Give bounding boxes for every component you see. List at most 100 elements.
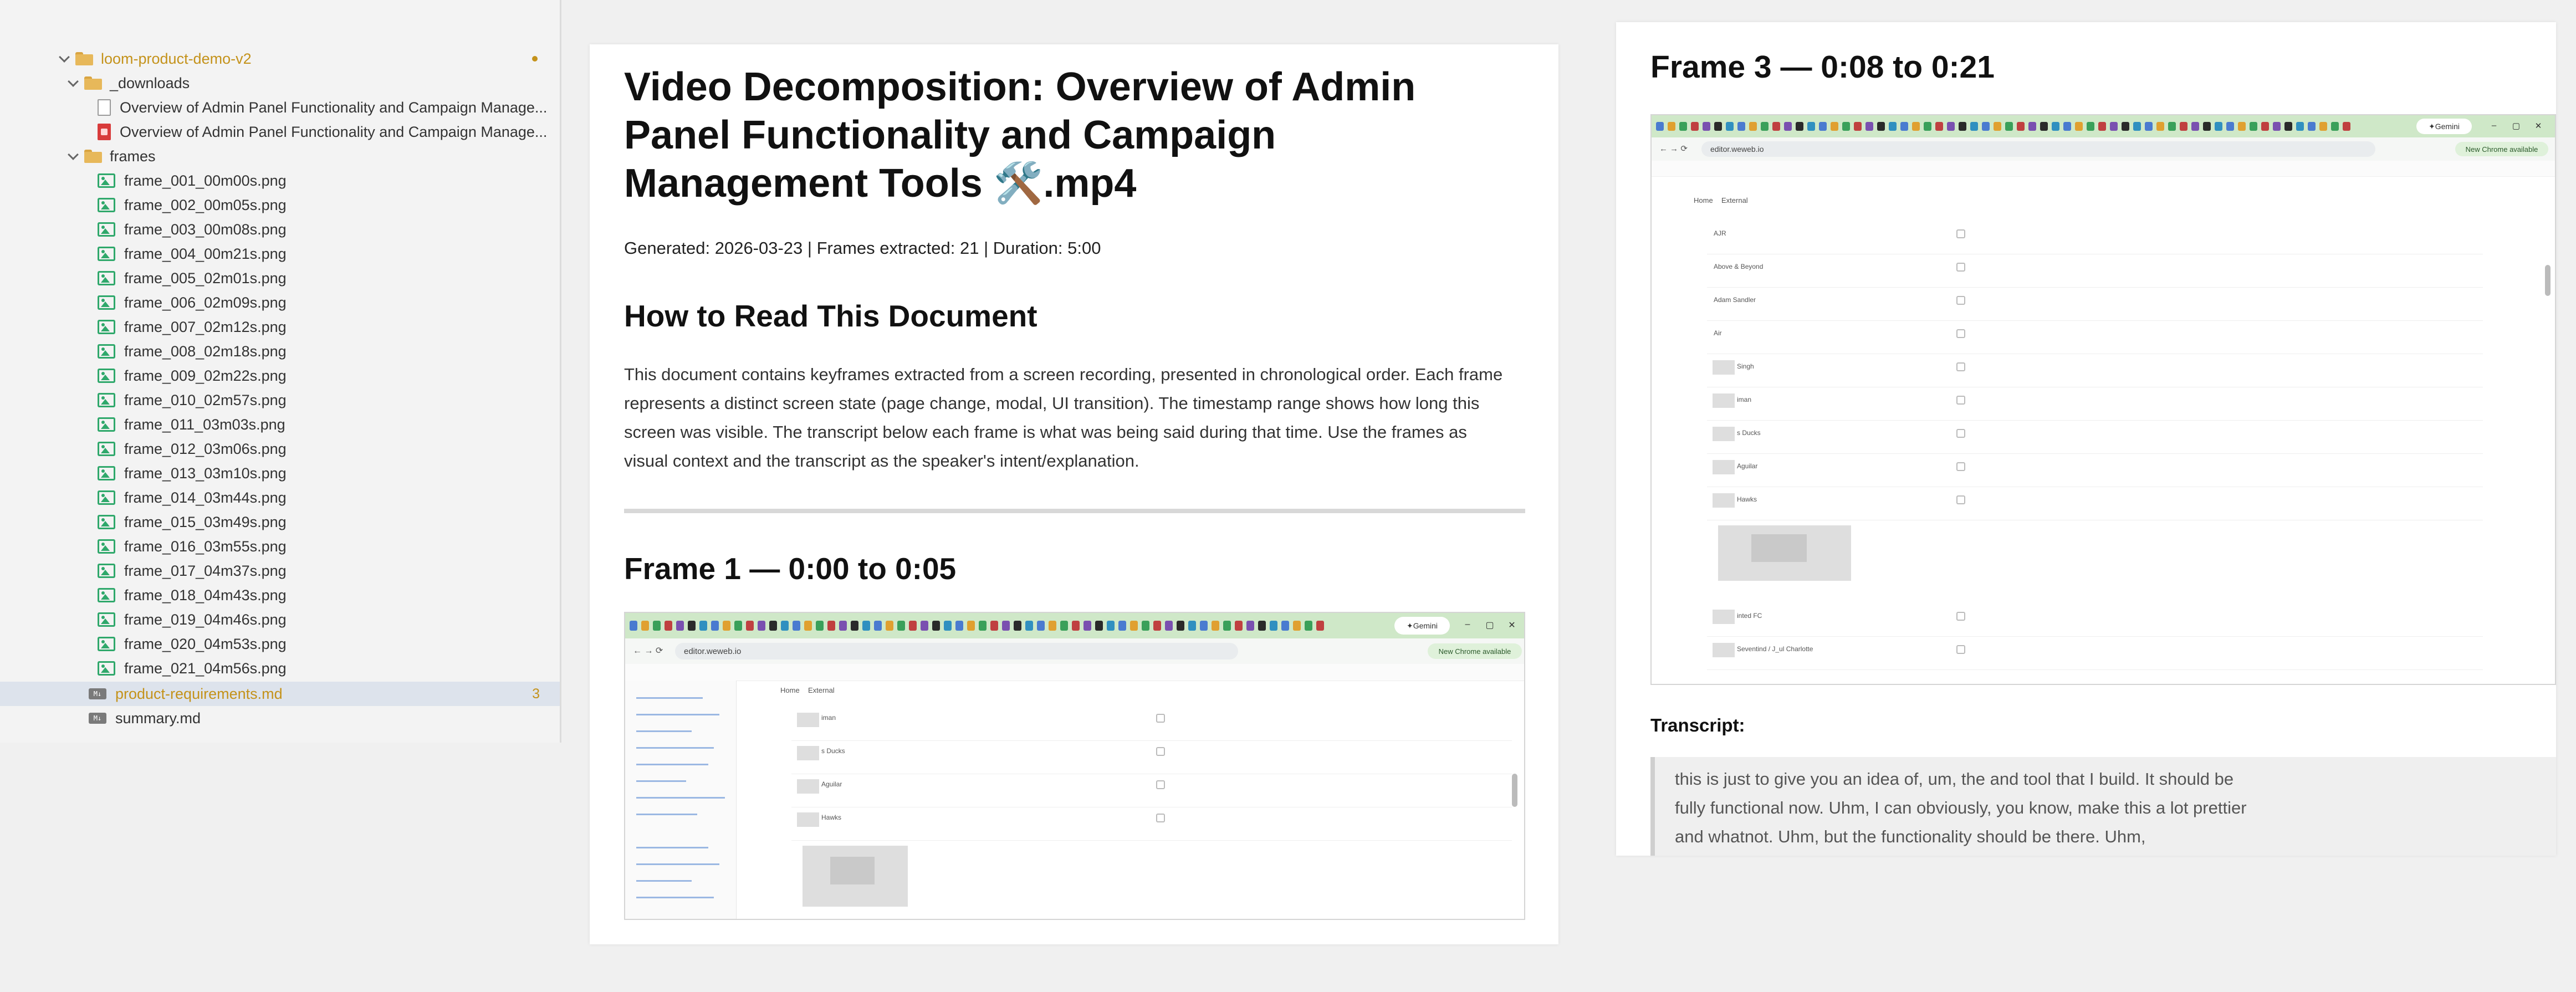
list-item: Hawks <box>791 807 1512 841</box>
browser-tab-favicon <box>2087 122 2094 131</box>
browser-tab-favicon <box>1854 122 1862 131</box>
frame3-image: ✦ Gemini – ▢ ✕ ← → ⟳ editor.weweb.io New… <box>1650 114 2556 685</box>
browser-tab-favicon <box>827 620 835 631</box>
row-checkbox <box>1956 229 1965 238</box>
browser-tab-favicon <box>2040 122 2048 131</box>
tree-file-label: frame_011_03m03s.png <box>124 416 285 433</box>
browser-tab-favicon <box>886 620 893 631</box>
tree-file-label: frame_012_03m06s.png <box>124 440 287 457</box>
browser-tab-favicon <box>944 620 952 631</box>
tree-file-label: product-requirements.md <box>115 685 283 702</box>
browser-tab-favicon <box>1737 122 1745 131</box>
browser-tab-favicon <box>1865 122 1873 131</box>
tree-file-frame[interactable]: frame_018_04m43s.png <box>0 583 560 607</box>
tree-file-frame[interactable]: frame_012_03m06s.png <box>0 437 560 461</box>
tree-file-frame[interactable]: frame_006_02m09s.png <box>0 290 560 315</box>
list-item: Singh <box>1707 354 2483 387</box>
browser-tab-favicon <box>1772 122 1780 131</box>
tree-file-frame[interactable]: frame_017_04m37s.png <box>0 559 560 583</box>
row-checkbox <box>1956 645 1965 654</box>
tree-file-frame[interactable]: frame_016_03m55s.png <box>0 534 560 559</box>
tree-file-frame[interactable]: frame_015_03m49s.png <box>0 510 560 534</box>
close-icon: ✕ <box>2534 121 2542 131</box>
tree-file-product-requirements[interactable]: M↓ product-requirements.md 3 <box>0 682 560 706</box>
browser-tab-favicon <box>1037 620 1045 631</box>
list-item: s Ducks <box>1707 420 2483 454</box>
browser-tab-favicon <box>1784 122 1792 131</box>
row-checkbox <box>1956 495 1965 504</box>
minimize-icon: – <box>2491 121 2497 130</box>
browser-tab-favicon <box>839 620 847 631</box>
tree-file-frame[interactable]: frame_011_03m03s.png <box>0 412 560 437</box>
row-checkbox <box>1156 780 1165 789</box>
tree-file-label: frame_019_04m46s.png <box>124 611 287 628</box>
markdown-preview: Video Decomposition: Overview of Admin P… <box>590 44 1558 944</box>
image-file-icon <box>98 344 115 359</box>
tree-file-frame[interactable]: frame_009_02m22s.png <box>0 364 560 388</box>
tree-folder-frames[interactable]: frames <box>0 144 560 168</box>
browser-tab-favicon <box>932 620 940 631</box>
list-item-label: Seventind / J_ul Charlotte <box>1737 645 1813 653</box>
tree-file-frame[interactable]: frame_014_03m44s.png <box>0 485 560 510</box>
image-file-icon <box>98 466 115 480</box>
list-item-label: s Ducks <box>1737 429 1761 437</box>
page-tab-home: Home <box>780 686 800 694</box>
list-item: Hawks <box>1707 487 2483 520</box>
browser-tab-favicon <box>2250 122 2257 131</box>
browser-tab-favicon <box>665 620 672 631</box>
browser-tab-favicon <box>1281 620 1289 631</box>
image-file-icon <box>98 515 115 529</box>
frame1-image: ✦ Gemini – ▢ ✕ ← → ⟳ editor.weweb.io New… <box>624 612 1525 920</box>
browser-tab-bar: ✦ Gemini – ▢ ✕ <box>1652 115 2555 137</box>
browser-tab-favicon <box>653 620 661 631</box>
browser-tab-favicon <box>2331 122 2339 131</box>
image-file-icon <box>98 222 115 237</box>
tree-file-frame[interactable]: frame_004_00m21s.png <box>0 242 560 266</box>
minimize-icon: – <box>1465 620 1470 629</box>
folder-icon <box>75 52 93 65</box>
browser-tab-favicon <box>1258 620 1266 631</box>
tree-file-frame[interactable]: frame_007_02m12s.png <box>0 315 560 339</box>
tree-file-frame[interactable]: frame_019_04m46s.png <box>0 607 560 632</box>
tree-root-folder[interactable]: loom-product-demo-v2 <box>0 47 560 71</box>
chevron-down-icon <box>58 52 71 65</box>
browser-tab-favicon <box>746 620 754 631</box>
tree-file-frame[interactable]: frame_008_02m18s.png <box>0 339 560 364</box>
tree-file-frame[interactable]: frame_005_02m01s.png <box>0 266 560 290</box>
tree-file-label: frame_013_03m10s.png <box>124 464 287 482</box>
browser-tab-favicon <box>1889 122 1897 131</box>
browser-tab-favicon <box>1095 620 1103 631</box>
page-tab-external: External <box>808 686 835 694</box>
frame3-panel: Frame 3 — 0:08 to 0:21 ✦ Gemini – ▢ ✕ ← … <box>1616 22 2556 856</box>
tree-folder-downloads[interactable]: _downloads <box>0 71 560 95</box>
browser-tab-favicon <box>793 620 800 631</box>
gemini-label: Gemini <box>1413 621 1438 630</box>
tree-file-frame[interactable]: frame_003_00m08s.png <box>0 217 560 242</box>
code-pane <box>625 681 737 919</box>
tree-file-frame[interactable]: frame_010_02m57s.png <box>0 388 560 412</box>
tree-file-frame[interactable]: frame_001_00m00s.png <box>0 168 560 193</box>
browser-tab-favicon <box>2343 122 2350 131</box>
divider <box>624 509 1525 513</box>
tree-file-frame[interactable]: frame_002_00m05s.png <box>0 193 560 217</box>
browser-tab-favicon <box>2226 122 2234 131</box>
blurred-thumbnail <box>1713 427 1735 441</box>
browser-tab-favicon <box>1165 620 1173 631</box>
browser-tab-favicon <box>1083 620 1091 631</box>
tree-file-label: Overview of Admin Panel Functionality an… <box>120 99 548 116</box>
tree-file[interactable]: Overview of Admin Panel Functionality an… <box>0 95 560 120</box>
tree-file-label: Overview of Admin Panel Functionality an… <box>120 123 548 140</box>
row-checkbox <box>1156 747 1165 756</box>
browser-tab-favicon <box>734 620 742 631</box>
browser-tab-favicon <box>955 620 963 631</box>
browser-tab-favicon <box>1014 620 1021 631</box>
browser-tab-favicon <box>1305 620 1312 631</box>
tree-file-frame[interactable]: frame_013_03m10s.png <box>0 461 560 485</box>
tree-file-frame[interactable]: frame_021_04m56s.png <box>0 656 560 681</box>
tree-file-label: frame_005_02m01s.png <box>124 269 287 287</box>
tree-file-summary[interactable]: M↓ summary.md <box>0 706 560 730</box>
tree-file[interactable]: Overview of Admin Panel Functionality an… <box>0 120 560 144</box>
tree-folder-label: frames <box>110 147 156 165</box>
browser-tab-favicon <box>1049 620 1056 631</box>
tree-file-frame[interactable]: frame_020_04m53s.png <box>0 632 560 656</box>
